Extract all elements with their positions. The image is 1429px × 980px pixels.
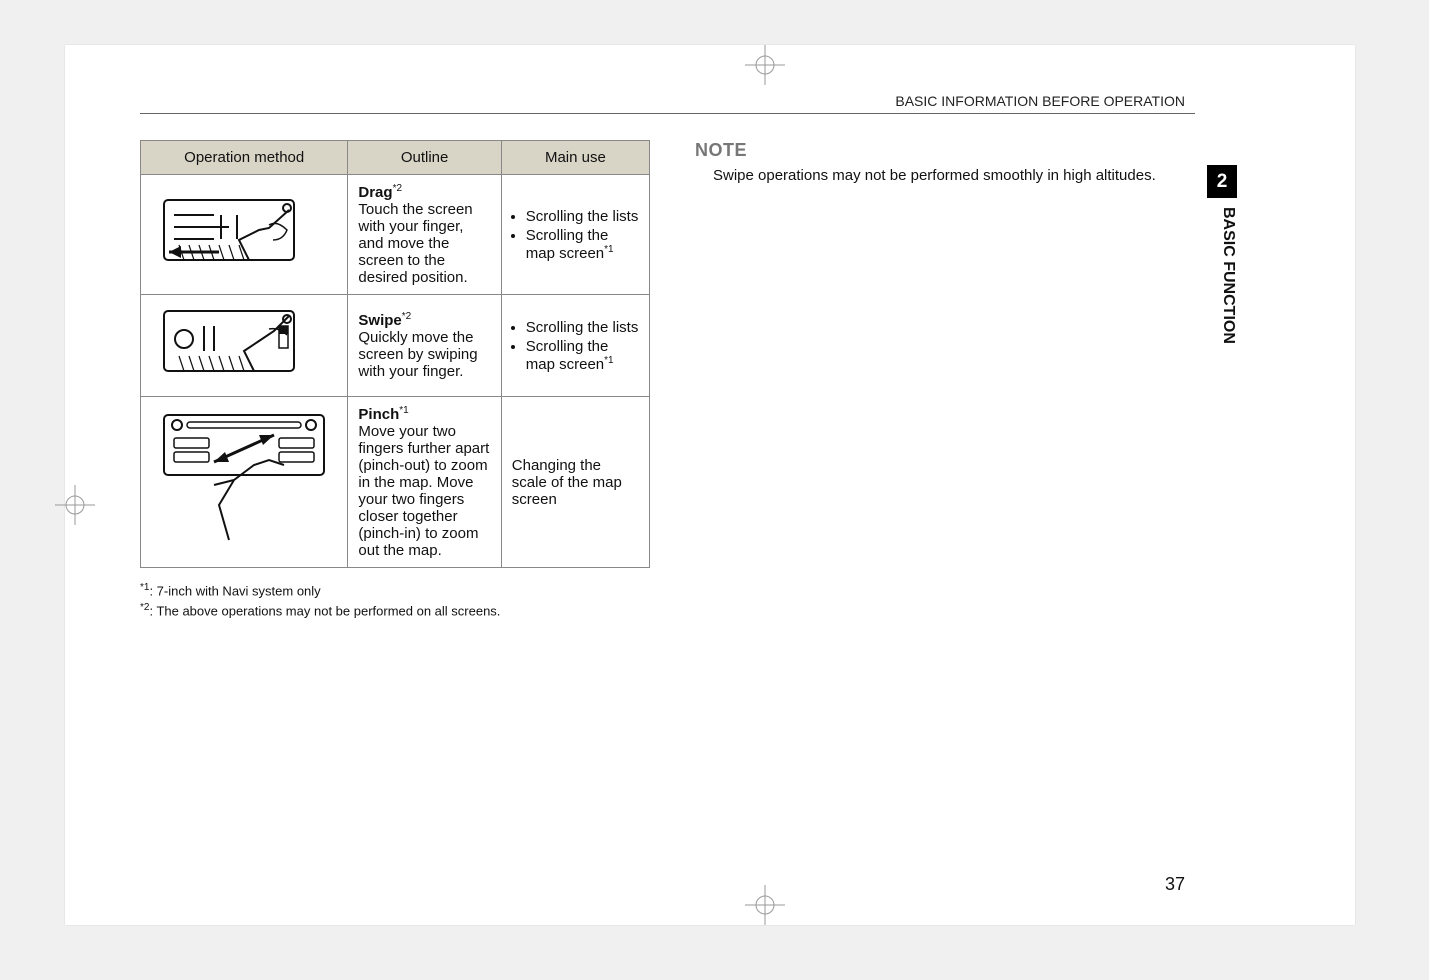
table-row: Swipe*2 Quickly move the screen by swipi… [141,295,650,397]
swipe-icon [159,301,329,386]
note-heading: NOTE [695,140,1195,161]
outline-cell: Pinch*1 Move your two fingers further ap… [348,397,501,568]
mainuse-cell: Changing the scale of the map screen [501,397,649,568]
left-column: Operation method Outline Main use [140,140,650,623]
mainuse-cell: Scrolling the lists Scrolling the map sc… [501,175,649,295]
page: BASIC INFORMATION BEFORE OPERATION 2 BAS… [65,45,1355,925]
col-header-operation: Operation method [141,141,348,175]
use-item: Scrolling the lists [526,319,639,336]
footnotes: *1: 7-inch with Navi system only *2: The… [140,582,650,619]
col-header-outline: Outline [348,141,501,175]
use-text: Scrolling the map screen [526,338,609,373]
use-item: Scrolling the lists [526,208,639,225]
outline-body: Touch the screen with your finger, and m… [358,201,472,286]
sup-ref: *2 [393,183,402,194]
sup-ref: *2 [402,311,411,322]
footnote-1: *1: 7-inch with Navi system only [140,582,650,598]
sup-ref: *1 [604,244,613,255]
use-item: Scrolling the map screen*1 [526,227,639,262]
illustration-drag [141,175,348,295]
chapter-tab: 2 [1207,165,1237,198]
illustration-pinch [141,397,348,568]
footnote-text: : The above operations may not be perfor… [149,604,500,619]
footnote-2: *2: The above operations may not be perf… [140,602,650,618]
registration-mark-icon [745,885,785,925]
use-text: Scrolling the map screen [526,227,609,262]
footnote-text: : 7-inch with Navi system only [149,583,320,598]
use-item: Scrolling the map screen*1 [526,338,639,373]
right-column: NOTE Swipe operations may not be perform… [695,140,1195,184]
gesture-name: Swipe [358,312,401,329]
sup-ref: *1 [604,355,613,366]
gesture-name: Drag [358,184,392,201]
sup-ref: *1 [399,405,408,416]
drag-icon [159,190,329,275]
outline-cell: Drag*2 Touch the screen with your finger… [348,175,501,295]
running-head: BASIC INFORMATION BEFORE OPERATION [895,93,1185,109]
chapter-side-label: BASIC FUNCTION [1207,207,1237,407]
header-rule [140,113,1195,114]
mainuse-cell: Scrolling the lists Scrolling the map sc… [501,295,649,397]
outline-body: Move your two fingers further apart (pin… [358,423,489,559]
gesture-name: Pinch [358,406,399,423]
pinch-icon [159,410,329,550]
table-row: Drag*2 Touch the screen with your finger… [141,175,650,295]
outline-cell: Swipe*2 Quickly move the screen by swipi… [348,295,501,397]
illustration-swipe [141,295,348,397]
table-row: Pinch*1 Move your two fingers further ap… [141,397,650,568]
note-body: Swipe operations may not be performed sm… [695,167,1195,184]
outline-body: Quickly move the screen by swiping with … [358,329,477,380]
page-number: 37 [1165,874,1185,895]
registration-mark-icon [55,485,95,525]
registration-mark-icon [745,45,785,85]
operation-table: Operation method Outline Main use [140,140,650,568]
col-header-mainuse: Main use [501,141,649,175]
table-header-row: Operation method Outline Main use [141,141,650,175]
use-single: Changing the scale of the map screen [512,457,622,508]
